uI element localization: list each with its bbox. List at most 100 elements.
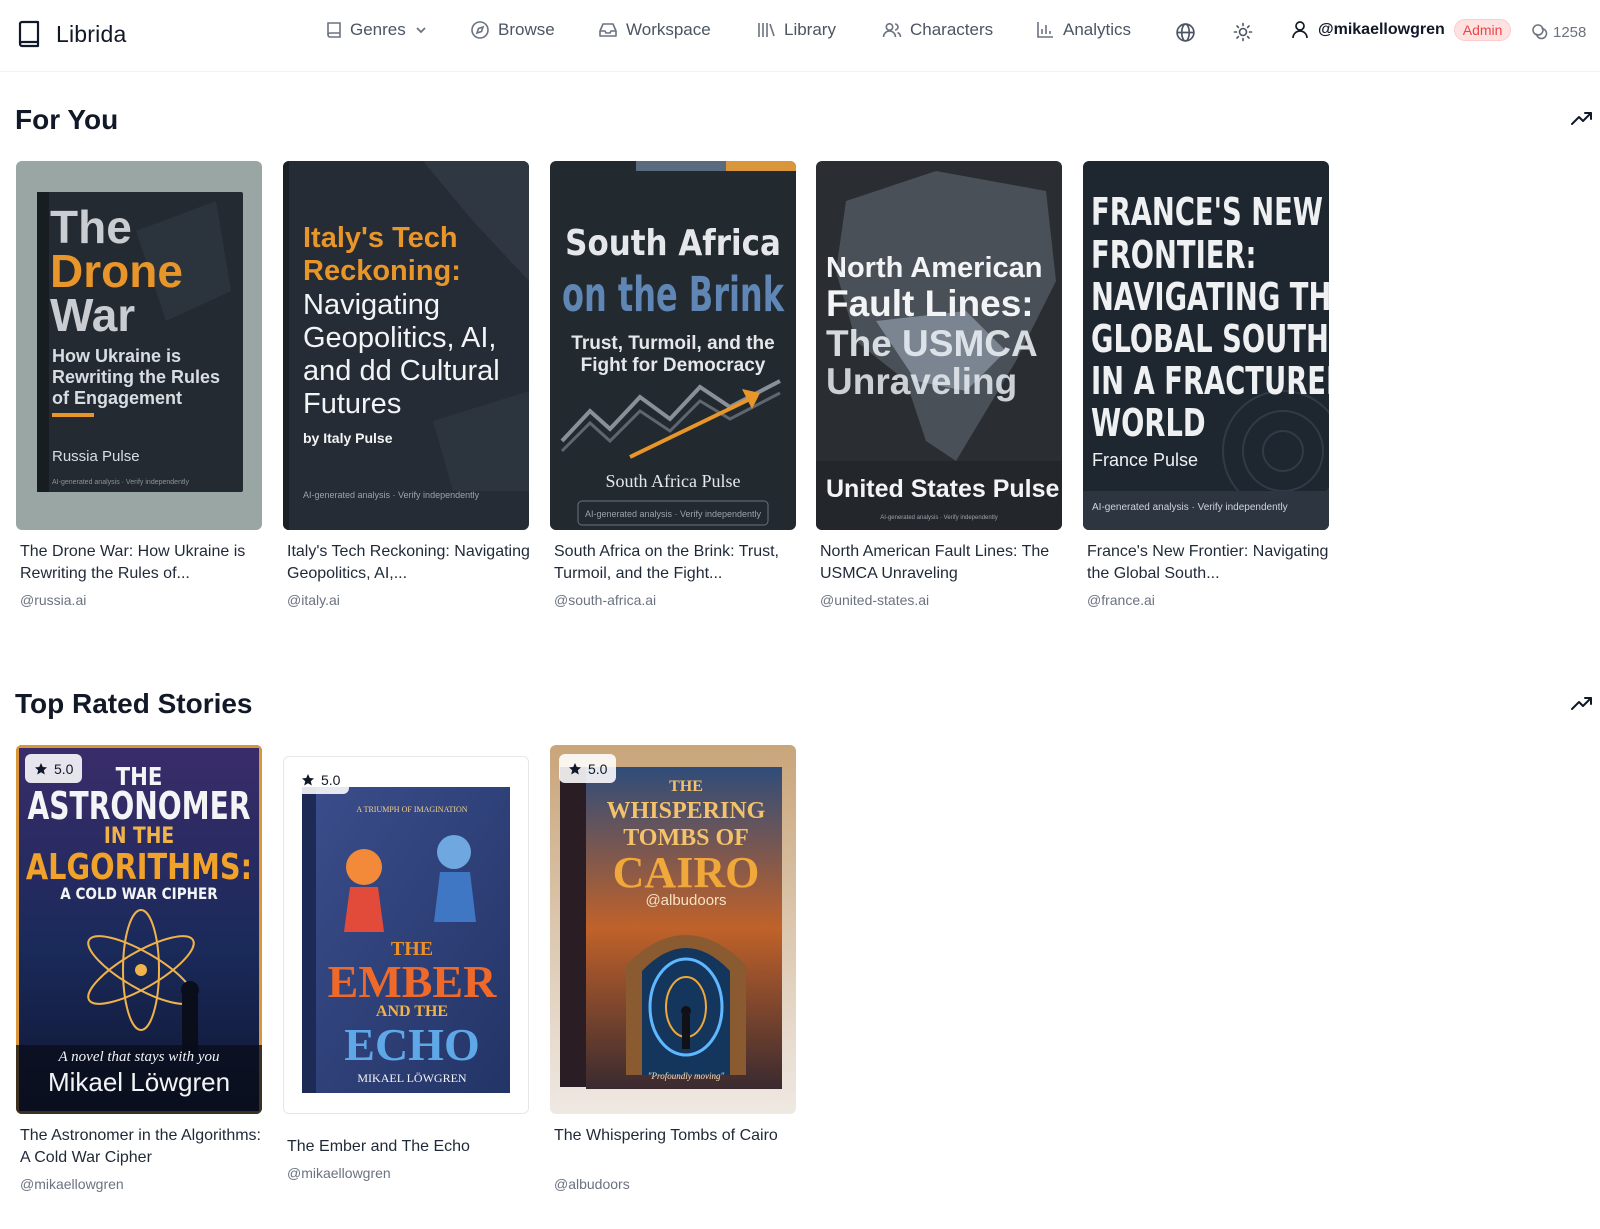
rating-value: 5.0 [321, 771, 341, 788]
book-cover: THE ASTRONOMER IN THE ALGORITHMS: A COLD… [16, 745, 262, 1114]
cover-heading-line: on the Brink [562, 266, 785, 322]
nav-genres-label: Genres [350, 20, 406, 39]
cover-heading-line: War [50, 289, 135, 341]
cover-publisher: France Pulse [1092, 450, 1198, 470]
username: @mikaellowgren [1318, 21, 1445, 38]
cover-subtitle-line: Geopolitics, AI, [303, 322, 496, 354]
cover-subtitle-line: of Engagement [52, 388, 182, 408]
cover-quote: "Profoundly moving" [648, 1071, 725, 1081]
cover-heading-line: ECHO [344, 1019, 479, 1070]
book-author[interactable]: @italy.ai [287, 592, 340, 608]
book-author[interactable]: @france.ai [1087, 592, 1155, 608]
nav-library[interactable]: Library [756, 20, 836, 40]
cover-heading-line: AND THE [376, 1003, 448, 1020]
user-menu[interactable]: @mikaellowgren Admin [1291, 19, 1512, 41]
cover-footer: AI-generated analysis · Verify independe… [585, 509, 762, 519]
book-title: The Ember and The Echo [287, 1138, 470, 1155]
section-title-top-rated: Top Rated Stories [15, 688, 253, 719]
book-cover: FRANCE'S NEW FRONTIER: NAVIGATING THE GL… [1083, 161, 1329, 530]
nav-library-label: Library [784, 20, 836, 39]
cover-subtitle-line: Navigating [303, 289, 440, 321]
book-author[interactable]: @russia.ai [20, 592, 86, 608]
cover-subtitle-line: Futures [303, 388, 401, 420]
book-title: The Drone War: How Ukraine is Rewriting … [20, 543, 246, 582]
cover-top-line: A TRIUMPH OF IMAGINATION [356, 805, 467, 814]
rating-badge: 5.0 [292, 765, 350, 794]
nav-browse-label: Browse [498, 20, 555, 39]
cover-byline: Mikael Löwgren [48, 1067, 230, 1097]
brand-logo-link[interactable]: Librida [16, 20, 126, 48]
star-icon [35, 762, 47, 774]
nav-analytics-label: Analytics [1063, 20, 1132, 39]
top-navigation-bar: Librida Genres Browse Workspace Library … [0, 0, 1600, 72]
for-you-trending-button[interactable] [1570, 108, 1594, 133]
rating-value: 5.0 [588, 760, 608, 777]
globe-icon [1176, 23, 1195, 42]
nav-characters-label: Characters [910, 20, 994, 39]
nav-characters[interactable]: Characters [882, 20, 993, 40]
book-cover: A TRIUMPH OF IMAGINATION THE EMBER AND T… [283, 756, 529, 1114]
trending-up-icon [1571, 697, 1592, 710]
cover-byline: MIKAEL LÖWGREN [357, 1071, 467, 1085]
cover-heading-line: IN A FRACTURED [1091, 358, 1329, 403]
book-icon [18, 20, 40, 48]
cover-byline: @albudoors [645, 892, 726, 909]
nav-workspace-label: Workspace [626, 20, 711, 39]
rating-badge: 5.0 [559, 754, 617, 783]
cover-heading-line: GLOBAL SOUTH [1091, 316, 1329, 361]
cover-heading-line: THE [669, 778, 703, 795]
cover-heading-line: CAIRO [613, 848, 760, 897]
credits-icon [1532, 24, 1548, 40]
cover-publisher: United States Pulse [826, 475, 1059, 503]
trending-up-icon [1571, 112, 1592, 125]
cover-heading-line: FRONTIER: [1091, 232, 1256, 277]
book-title: Italy's Tech Reckoning: Navigating Geopo… [287, 543, 530, 582]
book-title: The Whispering Tombs of Cairo [554, 1127, 778, 1144]
inbox-icon [599, 23, 617, 37]
book-cover: South Africa on the Brink Trust, Turmoil… [550, 161, 796, 530]
nav-analytics[interactable]: Analytics [1035, 20, 1131, 40]
cover-heading-line: The USMCA [826, 323, 1038, 364]
book-author[interactable]: @albudoors [554, 1176, 630, 1192]
book-cover: The Drone War How Ukraine is Rewriting t… [16, 161, 262, 530]
cover-subtitle-line: Rewriting the Rules [52, 367, 220, 387]
sun-icon [1233, 22, 1253, 42]
library-icon [758, 23, 775, 37]
nav-genres-dropdown[interactable]: Genres [326, 20, 428, 40]
cover-heading-line: WHISPERING [607, 798, 766, 824]
language-button[interactable] [1175, 22, 1196, 48]
cover-heading-line: EMBER [328, 956, 497, 1007]
cover-publisher: South Africa Pulse [606, 471, 741, 491]
book-cover: THE WHISPERING TOMBS OF CAIRO @albudoors… [550, 745, 796, 1114]
rating-value: 5.0 [54, 760, 74, 777]
nav-browse[interactable]: Browse [470, 20, 555, 40]
cover-heading-line: NAVIGATING THE [1091, 274, 1329, 319]
cover-publisher: by Italy Pulse [303, 430, 393, 446]
cover-heading-line: IN THE [104, 823, 174, 849]
genres-book-icon [327, 22, 341, 38]
cover-footer: AI-generated analysis · Verify independe… [1092, 502, 1288, 513]
cover-heading-line: A COLD WAR CIPHER [60, 885, 218, 903]
book-author[interactable]: @mikaellowgren [20, 1176, 124, 1192]
book-author[interactable]: @united-states.ai [820, 592, 929, 608]
book-title: The Astronomer in the Algorithms: A Cold… [20, 1127, 261, 1166]
theme-toggle-button[interactable] [1233, 22, 1253, 47]
cover-subtitle-line: and dd Cultural [303, 355, 500, 387]
book-author[interactable]: @south-africa.ai [554, 592, 656, 608]
top-rated-trending-button[interactable] [1570, 693, 1594, 718]
cover-heading-line: ALGORITHMS: [26, 846, 252, 888]
book-title: France's New Frontier: Navigating the Gl… [1087, 543, 1329, 582]
credits-counter[interactable]: 1258 [1531, 23, 1586, 41]
book-title: South Africa on the Brink: Trust, Turmoi… [554, 543, 779, 582]
cover-footer: AI-generated analysis · Verify independe… [303, 490, 480, 500]
book-title: North American Fault Lines: The USMCA Un… [820, 543, 1050, 582]
book-cover: Italy's Tech Reckoning: Navigating Geopo… [283, 161, 529, 530]
cover-subtitle-line: Trust, Turmoil, and the [571, 333, 774, 354]
book-author[interactable]: @mikaellowgren [287, 1165, 391, 1181]
user-icon [1292, 21, 1308, 39]
cover-footer: AI-generated analysis · Verify independe… [880, 515, 997, 521]
cover-heading-line: WORLD [1091, 400, 1206, 445]
nav-workspace[interactable]: Workspace [598, 20, 711, 40]
users-icon [882, 22, 902, 38]
cover-heading-line: North American [826, 252, 1042, 284]
